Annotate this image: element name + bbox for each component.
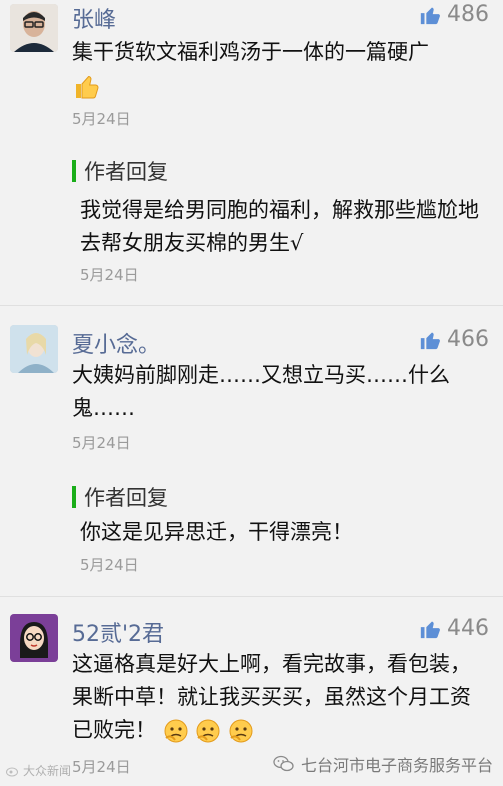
brand-watermark: 七台河市电子商务服务平台 xyxy=(273,752,493,776)
commenter-name[interactable]: 52贰'2君 xyxy=(72,616,164,648)
avatar[interactable] xyxy=(10,325,58,373)
author-reply-header: 作者回复 xyxy=(72,156,168,186)
author-reply-date: 5月24日 xyxy=(80,556,139,574)
author-reply-text: 你这是见异思迁，干得漂亮！ xyxy=(80,520,353,544)
brand-text: 七台河市电子商务服务平台 xyxy=(300,756,493,775)
reply-indicator-bar xyxy=(72,160,76,182)
thinking-face-emoji-icon xyxy=(196,719,220,743)
divider xyxy=(0,596,503,597)
watermark: 大众新闻 xyxy=(6,762,71,779)
like-button[interactable]: 466 xyxy=(419,327,489,352)
watermark-text: 大众新闻 xyxy=(23,764,72,778)
avatar[interactable] xyxy=(10,4,58,52)
wechat-icon xyxy=(273,755,294,772)
thinking-face-emoji-icon xyxy=(164,719,188,743)
commenter-name[interactable]: 张峰 xyxy=(72,2,116,34)
like-count: 466 xyxy=(447,327,489,352)
thumbs-up-icon xyxy=(420,332,440,349)
comment-text: 大姨妈前脚刚走……又想立马买……什么鬼…… xyxy=(72,363,450,420)
comment-text: 这逼格真是好大上啊，看完故事，看包装，果断中草！就让我买买买，虽然这个月工资已败… xyxy=(72,652,471,743)
like-button[interactable]: 446 xyxy=(419,616,489,641)
author-reply-text: 我觉得是给男同胞的福利，解救那些尴尬地去帮女朋友买棉的男生√ xyxy=(80,198,479,255)
comment-text: 集干货软文福利鸡汤于一体的一篇硬广 xyxy=(72,36,482,102)
avatar[interactable] xyxy=(10,614,58,662)
author-reply-label: 作者回复 xyxy=(84,160,168,184)
comment-date: 5月24日 xyxy=(72,434,131,452)
author-reply-label: 作者回复 xyxy=(84,486,168,510)
comment-date: 5月24日 xyxy=(72,758,131,776)
thumbs-up-icon xyxy=(420,7,440,24)
divider xyxy=(0,305,503,306)
commenter-name[interactable]: 夏小念。 xyxy=(72,327,160,359)
weibo-icon xyxy=(6,767,18,776)
author-reply-date: 5月24日 xyxy=(80,266,139,284)
thumbs-up-icon xyxy=(420,621,440,638)
emoji-group xyxy=(163,718,254,743)
author-reply-header: 作者回复 xyxy=(72,482,168,512)
like-count: 446 xyxy=(447,616,489,641)
like-button[interactable]: 486 xyxy=(419,2,489,27)
thinking-face-emoji-icon xyxy=(229,719,253,743)
reply-indicator-bar xyxy=(72,486,76,508)
like-count: 486 xyxy=(447,2,489,27)
thumbs-up-emoji-icon xyxy=(76,75,99,99)
comment-date: 5月24日 xyxy=(72,110,131,128)
